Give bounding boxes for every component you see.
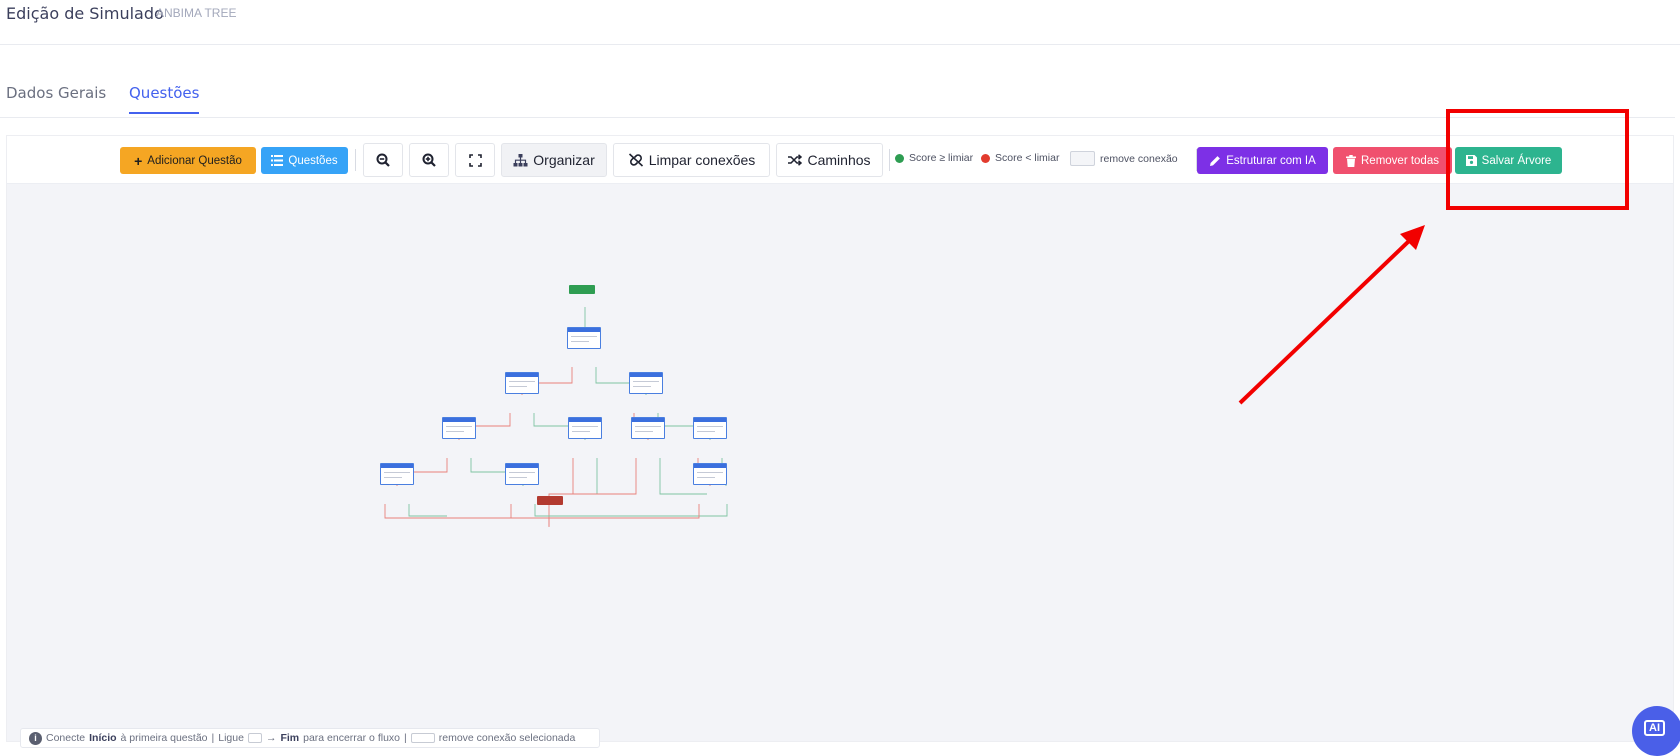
question-node-text bbox=[633, 381, 659, 382]
question-node-text bbox=[446, 431, 464, 432]
question-node-text bbox=[509, 386, 527, 387]
question-node-text bbox=[571, 341, 589, 342]
tree-canvas[interactable] bbox=[7, 136, 1673, 741]
question-node-text bbox=[633, 386, 651, 387]
question-node-text bbox=[384, 472, 410, 473]
question-node[interactable] bbox=[629, 372, 663, 394]
question-node[interactable] bbox=[567, 327, 601, 349]
page-header: Edição de Simulado ANBIMA TREE bbox=[0, 0, 1680, 45]
connection-line[interactable] bbox=[551, 458, 574, 495]
tab-bar: Dados Gerais Questões bbox=[0, 80, 1675, 118]
hint-separator: | bbox=[211, 732, 215, 744]
question-node[interactable] bbox=[442, 417, 476, 439]
question-node-header bbox=[694, 418, 726, 422]
question-node-header bbox=[506, 373, 538, 377]
question-node-text bbox=[697, 477, 715, 478]
question-node[interactable] bbox=[380, 463, 414, 485]
question-node-text bbox=[384, 477, 402, 478]
hint-prefix: Conecte bbox=[46, 732, 86, 744]
question-node-header bbox=[630, 373, 662, 377]
hint-separator: | bbox=[404, 732, 407, 744]
question-node-text bbox=[697, 431, 715, 432]
question-node-header bbox=[632, 418, 664, 422]
ai-chip-icon: AI bbox=[1644, 720, 1665, 736]
question-node-text bbox=[571, 336, 597, 337]
question-node-text bbox=[635, 431, 653, 432]
end-node[interactable] bbox=[537, 496, 563, 505]
hint-arrow: → bbox=[265, 732, 277, 744]
question-node-text bbox=[446, 426, 472, 427]
info-icon: i bbox=[29, 731, 42, 745]
question-node-text bbox=[697, 426, 723, 427]
question-node-text bbox=[509, 381, 535, 382]
question-node[interactable] bbox=[505, 463, 539, 485]
annotation-highlight-box bbox=[1446, 109, 1629, 210]
hint-remove: remove conexão selecionada bbox=[438, 732, 576, 744]
question-node[interactable] bbox=[693, 463, 727, 485]
connection-hint-bar: i Conecte Início à primeira questão | Li… bbox=[20, 728, 600, 748]
question-node[interactable] bbox=[505, 372, 539, 394]
hint-mid2: para encerrar o fluxo bbox=[303, 732, 400, 744]
question-node-header bbox=[381, 464, 413, 468]
question-node-header bbox=[569, 418, 601, 422]
hint-link: Ligue bbox=[218, 732, 244, 744]
connection-line[interactable] bbox=[408, 504, 447, 517]
hint-mid1: à primeira questão bbox=[120, 732, 208, 744]
question-node-text bbox=[635, 426, 661, 427]
question-node[interactable] bbox=[693, 417, 727, 439]
question-node-text bbox=[509, 472, 535, 473]
page-subtitle: ANBIMA TREE bbox=[156, 6, 237, 20]
question-node-text bbox=[572, 431, 590, 432]
connection-line[interactable] bbox=[384, 504, 550, 527]
question-node-text bbox=[572, 426, 598, 427]
tree-editor: + Adicionar Questão Questões Organizar L… bbox=[6, 135, 1674, 742]
question-node-header bbox=[694, 464, 726, 468]
tab-dados-gerais[interactable]: Dados Gerais bbox=[6, 84, 106, 112]
question-node-header bbox=[506, 464, 538, 468]
start-node[interactable] bbox=[569, 285, 595, 294]
hint-end: Fim bbox=[280, 732, 300, 744]
page-title: Edição de Simulado bbox=[6, 4, 164, 23]
ai-assistant-button[interactable]: AI bbox=[1632, 706, 1680, 756]
question-node-text bbox=[697, 472, 723, 473]
question-node[interactable] bbox=[631, 417, 665, 439]
question-node[interactable] bbox=[568, 417, 602, 439]
connection-line[interactable] bbox=[534, 504, 728, 517]
question-node-text bbox=[509, 477, 527, 478]
tab-questoes[interactable]: Questões bbox=[129, 84, 200, 114]
question-node-header bbox=[443, 418, 475, 422]
hint-start: Início bbox=[89, 732, 117, 744]
question-node-header bbox=[568, 328, 600, 332]
